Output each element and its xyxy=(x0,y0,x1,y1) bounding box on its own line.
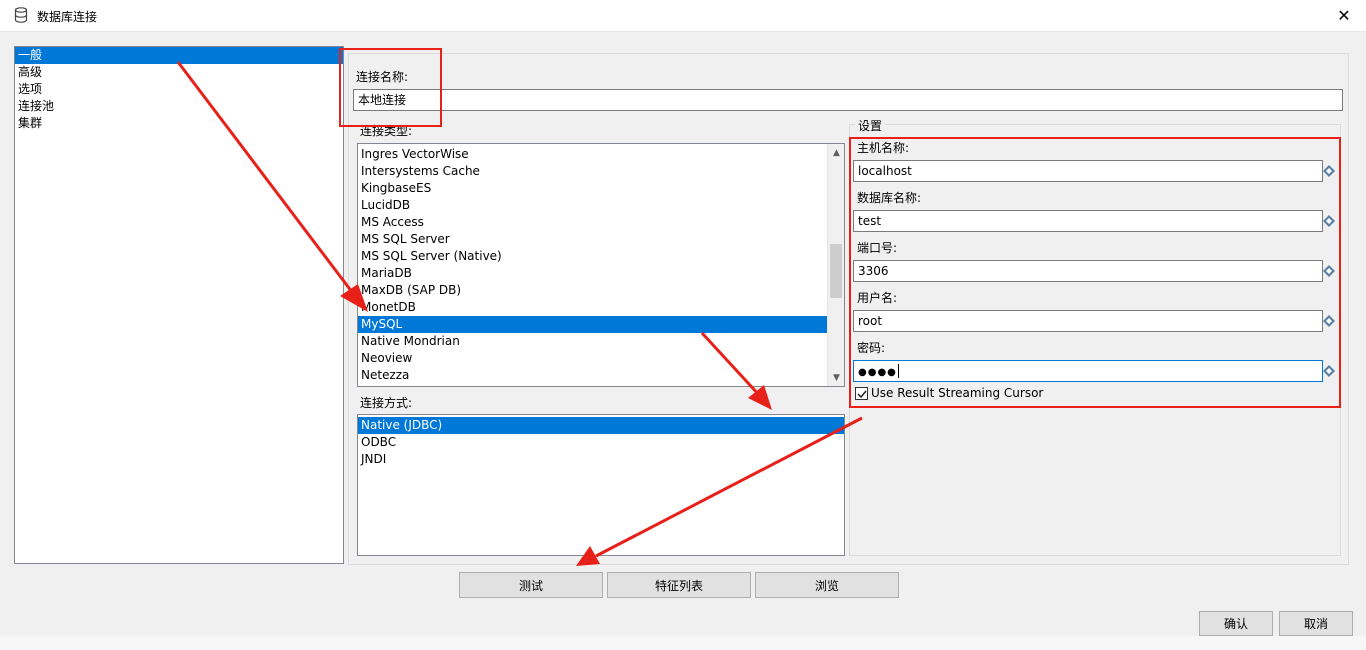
database-name-input[interactable]: test xyxy=(853,210,1323,232)
connection-name-label: 连接名称: xyxy=(356,70,409,84)
list-item[interactable]: MariaDB xyxy=(358,265,827,282)
list-item[interactable]: MS SQL Server (Native) xyxy=(358,248,827,265)
host-label: 主机名称: xyxy=(857,141,910,155)
connection-name-input[interactable]: 本地连接 xyxy=(353,89,1343,111)
nav-item-cluster[interactable]: 集群 xyxy=(15,115,343,132)
list-item-native-jdbc[interactable]: Native (JDBC) xyxy=(358,417,844,434)
list-item-odbc[interactable]: ODBC xyxy=(358,434,844,451)
port-label: 端口号: xyxy=(857,241,898,255)
test-button[interactable]: 测试 xyxy=(459,572,603,598)
list-item-jndi[interactable]: JNDI xyxy=(358,451,844,468)
cancel-button[interactable]: 取消 xyxy=(1279,611,1353,636)
nav-item-pooling[interactable]: 连接池 xyxy=(15,98,343,115)
vertical-scrollbar[interactable]: ▲ ▼ xyxy=(827,144,844,386)
list-item[interactable]: MS SQL Server xyxy=(358,231,827,248)
list-item[interactable]: MaxDB (SAP DB) xyxy=(358,282,827,299)
ok-button[interactable]: 确认 xyxy=(1199,611,1273,636)
variable-icon[interactable] xyxy=(1323,165,1335,177)
category-list: 一般 高级 选项 连接池 集群 xyxy=(14,46,344,564)
list-item[interactable]: Native Mondrian xyxy=(358,333,827,350)
checkmark-icon xyxy=(856,390,867,398)
title-bar: 数据库连接 ✕ xyxy=(0,0,1366,32)
list-item[interactable]: Intersystems Cache xyxy=(358,163,827,180)
nav-item-options[interactable]: 选项 xyxy=(15,81,343,98)
port-input[interactable]: 3306 xyxy=(853,260,1323,282)
settings-group xyxy=(849,124,1341,556)
list-item[interactable]: LucidDB xyxy=(358,197,827,214)
password-mask: ●●●● xyxy=(858,367,897,378)
streaming-cursor-checkbox[interactable] xyxy=(855,387,868,400)
list-item[interactable]: KingbaseES xyxy=(358,180,827,197)
feature-list-button[interactable]: 特征列表 xyxy=(607,572,751,598)
password-input[interactable]: ●●●● xyxy=(853,360,1323,382)
variable-icon[interactable] xyxy=(1323,215,1335,227)
list-item-mysql[interactable]: MySQL xyxy=(358,316,827,333)
list-item[interactable]: Ingres VectorWise xyxy=(358,146,827,163)
variable-icon[interactable] xyxy=(1323,265,1335,277)
nav-item-advanced[interactable]: 高级 xyxy=(15,64,343,81)
variable-icon[interactable] xyxy=(1323,365,1335,377)
close-button[interactable]: ✕ xyxy=(1322,0,1366,31)
scroll-down-icon[interactable]: ▼ xyxy=(828,369,844,386)
scroll-thumb[interactable] xyxy=(830,244,842,298)
username-input[interactable]: root xyxy=(853,310,1323,332)
database-icon xyxy=(14,7,28,23)
scroll-up-icon[interactable]: ▲ xyxy=(828,144,844,161)
variable-icon[interactable] xyxy=(1323,315,1335,327)
streaming-cursor-label: Use Result Streaming Cursor xyxy=(871,386,1044,400)
browse-button[interactable]: 浏览 xyxy=(755,572,899,598)
window-title: 数据库连接 xyxy=(37,10,98,24)
list-item[interactable]: MonetDB xyxy=(358,299,827,316)
access-method-list[interactable]: Native (JDBC) ODBC JNDI xyxy=(357,414,845,556)
list-item[interactable]: Netezza xyxy=(358,367,827,384)
username-label: 用户名: xyxy=(857,291,898,305)
connection-type-list[interactable]: Ingres VectorWise Intersystems Cache Kin… xyxy=(357,143,845,387)
password-label: 密码: xyxy=(857,341,886,355)
background-window-strip xyxy=(0,636,1366,650)
host-input[interactable]: localhost xyxy=(853,160,1323,182)
access-method-label: 连接方式: xyxy=(360,396,413,410)
connection-type-label: 连接类型: xyxy=(360,124,413,138)
close-icon: ✕ xyxy=(1337,6,1351,25)
list-item[interactable]: Neoview xyxy=(358,350,827,367)
database-name-label: 数据库名称: xyxy=(857,191,922,205)
list-item[interactable]: MS Access xyxy=(358,214,827,231)
settings-title: 设置 xyxy=(855,117,886,134)
nav-item-general[interactable]: 一般 xyxy=(15,47,343,64)
